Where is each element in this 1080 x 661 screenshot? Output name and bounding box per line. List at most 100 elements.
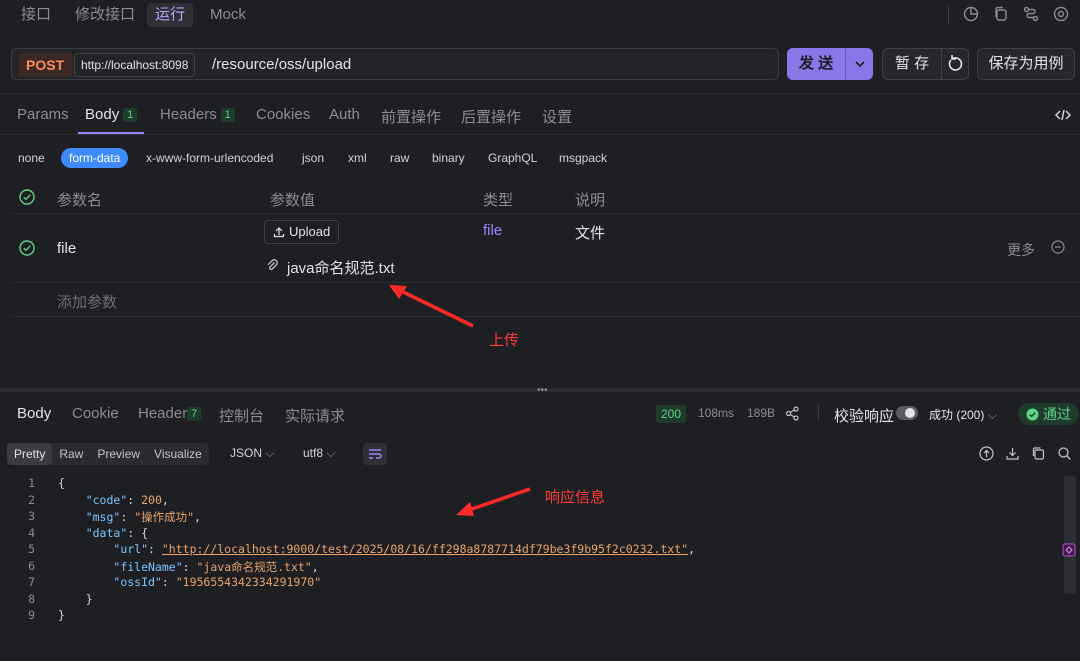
top-tab-bar: 接口 修改接口 运行 Mock (0, 0, 1080, 32)
check-circle-icon (1026, 408, 1039, 421)
tab-headers[interactable]: Headers 1 (160, 106, 235, 123)
body-type-none[interactable]: none (18, 151, 45, 165)
code-line: "data": { (85, 526, 149, 540)
response-url-link[interactable]: "http://localhost:9000/test/2025/08/16/f… (162, 542, 688, 556)
refresh-icon[interactable] (941, 48, 969, 80)
tab-run[interactable]: 运行 (147, 3, 194, 27)
body-type-raw[interactable]: raw (390, 151, 409, 165)
divider (11, 213, 1080, 214)
tab-interface[interactable]: 接口 (21, 3, 51, 27)
url-path-input[interactable]: /resource/oss/upload (212, 49, 351, 81)
host-prefix[interactable]: http://localhost:8098 (74, 53, 196, 77)
share-icon[interactable] (785, 406, 800, 421)
response-tab-console[interactable]: 控制台 (219, 405, 264, 426)
body-type-graphql[interactable]: GraphQL (488, 151, 537, 165)
tab-auth[interactable]: Auth (329, 106, 360, 123)
copy-response-icon[interactable] (1031, 446, 1046, 461)
body-type-binary[interactable]: binary (432, 151, 465, 165)
word-wrap-icon[interactable] (363, 443, 387, 465)
search-icon[interactable] (1057, 446, 1072, 461)
add-param-input[interactable]: 添加参数 (57, 291, 117, 312)
scrollbar-thumb[interactable] (1064, 476, 1076, 594)
tab-body[interactable]: Body 1 (85, 106, 138, 123)
code-line: "url": "http://localhost:9000/test/2025/… (113, 542, 696, 556)
line-number: 4 (28, 526, 35, 540)
view-mode-group: Pretty Raw Preview Visualize (7, 443, 209, 465)
response-tab-cookie[interactable]: Cookie (72, 405, 119, 422)
result-select[interactable]: 成功 (200) ⌵ (929, 406, 997, 423)
annotation-upload-label: 上传 (489, 332, 520, 349)
param-name-field[interactable]: file (57, 240, 76, 257)
code-line: { (58, 476, 65, 490)
tab-cookies[interactable]: Cookies (256, 106, 310, 123)
col-type: 类型 (483, 192, 514, 209)
upload-button[interactable]: Upload (264, 220, 340, 244)
tab-pre-request[interactable]: 前置操作 (381, 106, 441, 127)
body-type-form-data[interactable]: form-data (61, 148, 129, 168)
annotation-arrow-upload (389, 285, 474, 328)
line-number: 8 (28, 592, 35, 606)
annotation-response-label: 响应信息 (545, 489, 606, 506)
col-param-value: 参数值 (270, 192, 316, 209)
method-select[interactable]: POST (18, 53, 73, 77)
chart-icon[interactable] (962, 5, 980, 23)
body-type-msgpack[interactable]: msgpack (559, 151, 607, 165)
encoding-select[interactable]: utf8 ⌵ (303, 446, 335, 461)
send-dropdown-chevron-icon[interactable] (845, 48, 873, 80)
line-number: 7 (28, 575, 35, 589)
url-bar: POST http://localhost:8098 /resource/oss… (11, 48, 779, 80)
save-as-case-button[interactable]: 保存为用例 (977, 48, 1075, 80)
format-select[interactable]: JSON ⌵ (230, 446, 274, 461)
response-time: 108ms (698, 406, 735, 420)
response-tab-header[interactable]: Header 7 (138, 405, 202, 422)
code-line: "fileName": "java命名规范.txt", (113, 560, 319, 574)
save-draft-button[interactable]: 暂 存 (882, 48, 942, 80)
code-icon[interactable] (1054, 107, 1072, 123)
body-type-xml[interactable]: xml (348, 151, 367, 165)
param-type-select[interactable]: file (483, 222, 502, 239)
paperclip-icon (265, 258, 279, 272)
send-button[interactable]: 发 送 (787, 48, 873, 80)
drag-dots-icon: ••• (537, 385, 548, 396)
tab-params[interactable]: Params (17, 106, 69, 123)
code-line: } (58, 608, 65, 622)
param-description-field[interactable]: 文件 (575, 222, 605, 243)
flow-icon[interactable] (1022, 5, 1040, 23)
response-size: 189B (747, 406, 776, 420)
upload-icon (273, 226, 285, 238)
code-line: } (58, 592, 93, 606)
divider (818, 405, 819, 421)
more-button[interactable]: 更多 (1007, 240, 1035, 260)
upload-circle-icon[interactable] (979, 446, 994, 461)
header-count-badge: 7 (187, 407, 202, 421)
row-checkbox[interactable] (19, 240, 35, 256)
tab-settings[interactable]: 设置 (542, 106, 572, 127)
view-pretty[interactable]: Pretty (7, 443, 53, 465)
remove-row-icon[interactable] (1051, 240, 1065, 254)
response-tab-actual-request[interactable]: 实际请求 (285, 405, 345, 426)
body-type-json[interactable]: json (302, 151, 324, 165)
validate-toggle[interactable] (896, 406, 918, 420)
line-number: 1 (28, 476, 35, 490)
attached-file-name[interactable]: java命名规范.txt (287, 257, 395, 278)
line-number: 9 (28, 608, 35, 622)
code-line: "code": 200, (85, 493, 169, 507)
tab-post-request[interactable]: 后置操作 (461, 106, 521, 127)
divider (0, 93, 1080, 94)
body-type-urlencoded[interactable]: x-www-form-urlencoded (146, 151, 273, 165)
annotation-arrow-response (456, 487, 531, 516)
divider (948, 6, 949, 24)
code-line: "msg": "操作成功", (85, 510, 201, 524)
fold-marker-icon[interactable] (1062, 543, 1076, 557)
view-visualize[interactable]: Visualize (147, 443, 209, 465)
response-tab-body[interactable]: Body (17, 405, 51, 422)
tab-mock[interactable]: Mock (210, 3, 246, 27)
tab-edit-interface[interactable]: 修改接口 (75, 3, 135, 27)
download-icon[interactable] (1005, 446, 1020, 461)
view-preview[interactable]: Preview (90, 443, 147, 465)
settings-icon[interactable] (1052, 5, 1070, 23)
copy-icon[interactable] (992, 5, 1010, 23)
view-raw[interactable]: Raw (52, 443, 90, 465)
line-number: 5 (28, 542, 35, 556)
select-all-checkbox[interactable] (19, 189, 35, 205)
